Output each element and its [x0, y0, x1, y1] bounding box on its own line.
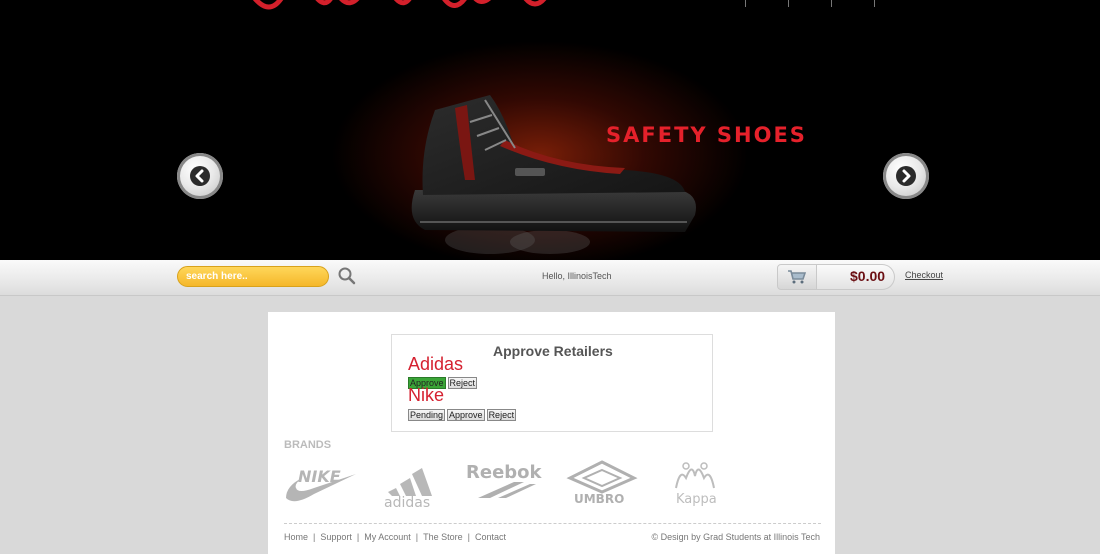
retailer-name-adidas: Adidas [408, 354, 464, 374]
brands-heading: BRANDS [284, 439, 332, 451]
reject-button[interactable]: Reject [447, 377, 478, 389]
retailer-actions-nike: Pending Approve Reject [408, 409, 517, 421]
top-nav-dividers [745, 0, 917, 7]
svg-text:Reebok: Reebok [466, 462, 543, 483]
main-panel: Approve Retailers Adidas Approve Reject … [268, 312, 835, 554]
footer-link-the-store[interactable]: The Store [423, 532, 463, 542]
hero-banner: SAFETY SHOES [0, 0, 1100, 260]
shoe-image [411, 95, 696, 254]
nike-logo[interactable]: NIKE [284, 464, 358, 504]
svg-text:NIKE: NIKE [298, 467, 341, 486]
footer-link-contact[interactable]: Contact [475, 532, 506, 542]
footer-nav: Home | Support | My Account | The Store | Contac… [284, 532, 507, 542]
site-logo [252, 0, 547, 10]
search-icon[interactable] [336, 265, 358, 287]
retailer-name-nike: Nike [408, 385, 445, 405]
footer-divider [284, 523, 821, 524]
hero-title: SAFETY SHOES [606, 123, 807, 147]
kappa-logo[interactable]: Kappa [662, 458, 728, 506]
footer-link-support[interactable]: Support [320, 532, 352, 542]
umbro-logo[interactable]: UMBRO [564, 460, 640, 504]
footer-link-home[interactable]: Home [284, 532, 308, 542]
pending-button[interactable]: Pending [408, 409, 446, 421]
search-input[interactable] [177, 266, 329, 287]
svg-text:Kappa: Kappa [676, 492, 717, 506]
reject-button[interactable]: Reject [486, 409, 517, 421]
adidas-logo[interactable]: adidas [382, 464, 442, 508]
chevron-left-icon [190, 166, 210, 186]
slider-prev-button[interactable] [177, 153, 223, 199]
cart-button[interactable] [777, 264, 817, 290]
user-greeting: Hello, IllinoisTech [542, 271, 612, 281]
chevron-right-icon [896, 166, 916, 186]
approve-retailers-title: Approve Retailers [493, 343, 613, 359]
reebok-logo[interactable]: Reebok [464, 460, 546, 502]
checkout-link[interactable]: Checkout [905, 270, 943, 280]
toolbar: Hello, IllinoisTech $0.00 Checkout [0, 260, 1100, 296]
approve-retailers-panel: Approve Retailers Adidas Approve Reject … [391, 334, 713, 432]
svg-text:adidas: adidas [384, 495, 430, 508]
footer-link-my-account[interactable]: My Account [364, 532, 411, 542]
cart-icon [788, 270, 806, 284]
svg-text:UMBRO: UMBRO [574, 492, 624, 504]
cart-total: $0.00 [850, 268, 886, 284]
footer-credit: © Design by Grad Students at Illinois Te… [651, 532, 820, 542]
approve-button[interactable]: Approve [447, 409, 485, 421]
slider-next-button[interactable] [883, 153, 929, 199]
